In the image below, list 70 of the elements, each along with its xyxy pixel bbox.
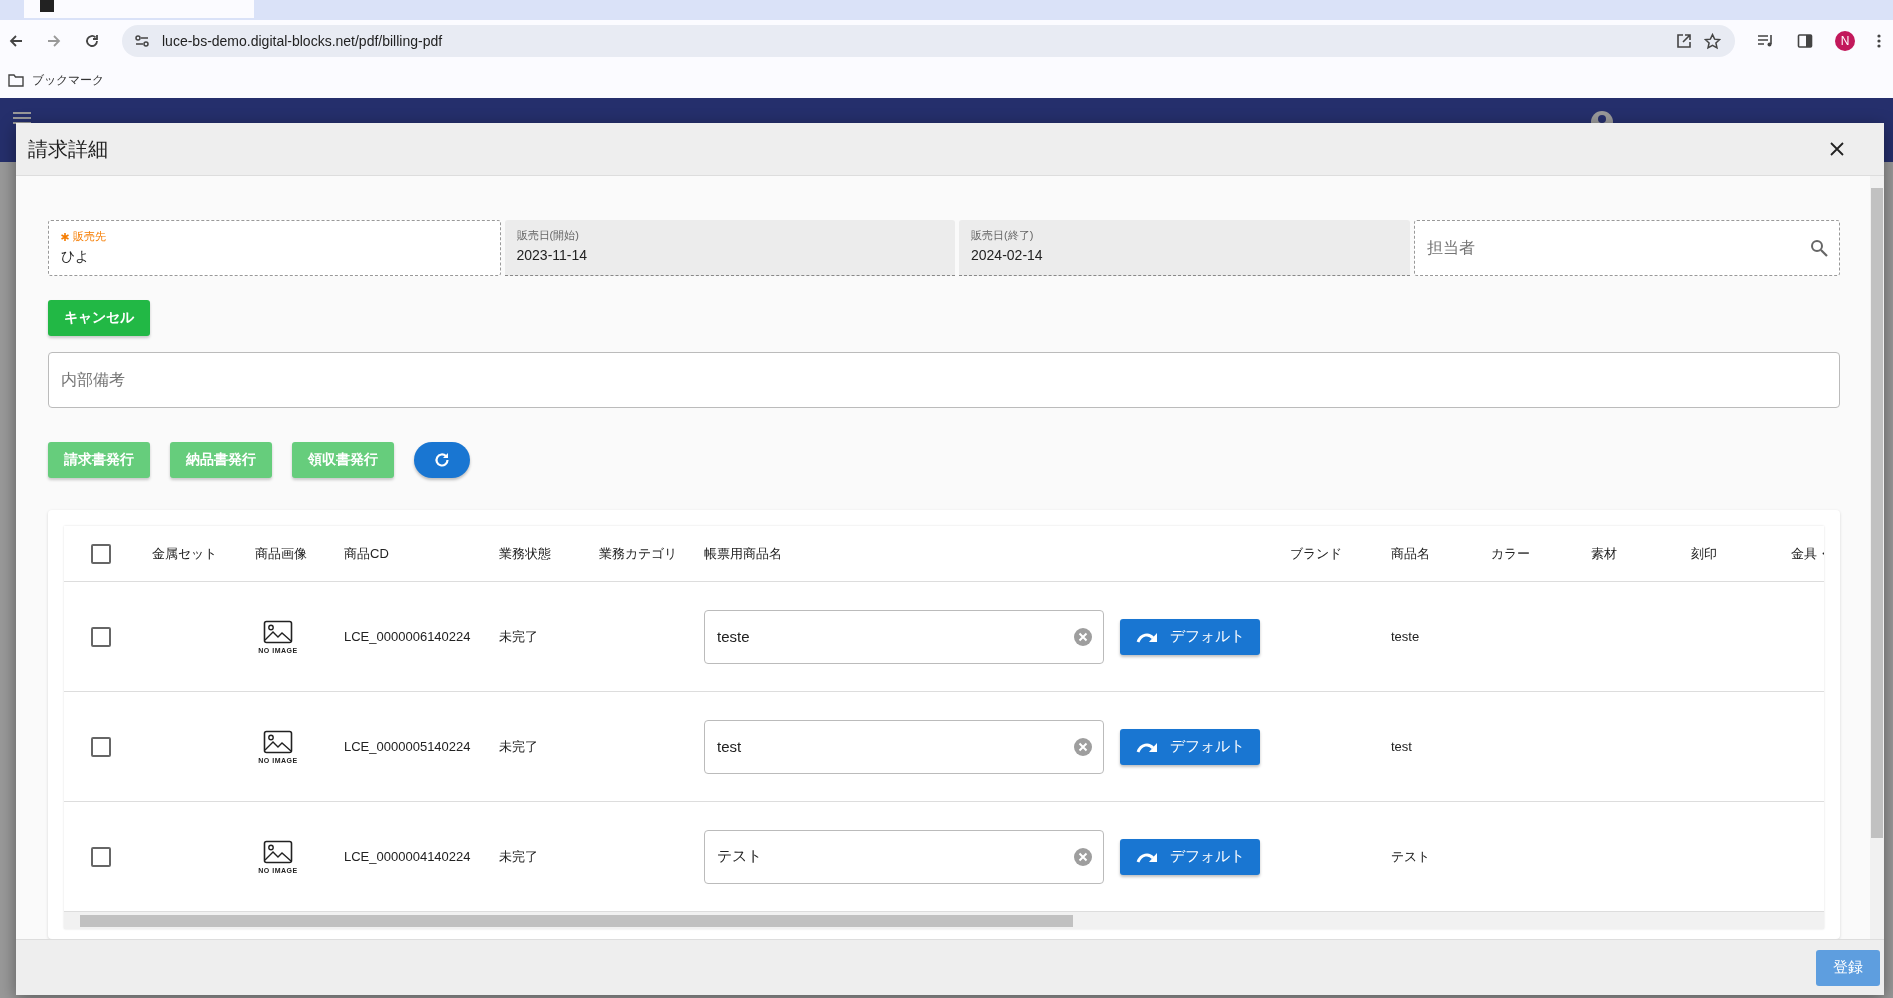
horizontal-scrollbar[interactable]	[64, 912, 1824, 929]
date-field[interactable]: 販売日(終了) 2024-02-14	[959, 220, 1410, 276]
table-cell: 未完了	[499, 627, 538, 646]
table-cell: 未完了	[499, 847, 538, 866]
default-button[interactable]: デフォルト	[1120, 728, 1260, 765]
column-header: 商品画像	[255, 544, 307, 563]
default-button[interactable]: デフォルト	[1120, 618, 1260, 655]
profile-avatar[interactable]: N	[1835, 31, 1855, 51]
column-header: 刻印	[1691, 544, 1717, 563]
date-field[interactable]: 販売日(開始) 2023-11-14	[504, 220, 955, 276]
share-icon[interactable]	[1676, 33, 1692, 49]
column-header: 帳票用商品名	[704, 544, 782, 563]
row-checkbox[interactable]	[91, 626, 111, 647]
column-header: ブランド	[1290, 544, 1342, 563]
column-header: 商品名	[1391, 544, 1430, 563]
bookmarks-link[interactable]: ブックマーク	[32, 71, 104, 89]
column-header: 業務カテゴリ	[599, 544, 677, 563]
column-header: 商品CD	[344, 544, 389, 563]
field-label: 販売日(終了)	[971, 228, 1034, 243]
row-checkbox[interactable]	[91, 846, 111, 867]
column-header: カラー	[1491, 544, 1530, 563]
favicon-icon	[40, 0, 54, 12]
field-label: 販売先	[73, 229, 106, 244]
clear-icon[interactable]	[1074, 737, 1092, 756]
dialog-title: 請求詳細	[28, 136, 108, 162]
print-name-field[interactable]: teste	[704, 609, 1104, 664]
table-cell: test	[1391, 739, 1412, 754]
folder-icon	[8, 73, 24, 87]
redo-icon	[1135, 740, 1158, 753]
vertical-scrollbar[interactable]	[1870, 176, 1884, 939]
media-icon[interactable]	[1757, 33, 1775, 49]
close-icon[interactable]	[1830, 142, 1844, 156]
search-field[interactable]: 担当者	[1413, 220, 1840, 276]
table-cell: LCE_0000006140224	[344, 629, 471, 644]
image-icon	[263, 839, 293, 864]
clear-icon[interactable]	[1074, 847, 1092, 866]
print-name-field[interactable]: test	[704, 719, 1104, 774]
select-all-checkbox[interactable]	[91, 543, 111, 564]
image-icon	[263, 619, 293, 644]
table-cell: teste	[1391, 629, 1420, 644]
redo-icon	[1135, 630, 1158, 643]
row-checkbox[interactable]	[91, 736, 111, 757]
table-cell: LCE_0000004140224	[344, 849, 471, 864]
reload-icon[interactable]	[84, 33, 100, 49]
refresh-button[interactable]	[414, 442, 470, 478]
table-cell: テスト	[1391, 847, 1430, 866]
column-header: 金具・	[1791, 544, 1824, 563]
table-cell: LCE_0000005140224	[344, 739, 471, 754]
search-icon[interactable]	[1810, 239, 1828, 257]
refresh-icon	[433, 451, 451, 469]
clear-icon[interactable]	[1074, 627, 1092, 646]
redo-icon	[1135, 850, 1158, 863]
column-header: 業務状態	[499, 544, 551, 563]
print-name-field[interactable]: テスト	[704, 829, 1104, 884]
forward-icon[interactable]	[46, 33, 62, 49]
memo-field[interactable]: 内部備考	[48, 352, 1840, 408]
column-header: 金属セット	[152, 544, 217, 563]
default-button[interactable]: デフォルト	[1120, 838, 1260, 875]
menu-icon[interactable]	[1877, 33, 1881, 49]
side-panel-icon[interactable]	[1797, 33, 1813, 49]
column-header: 素材	[1591, 544, 1617, 563]
menu-icon[interactable]	[12, 110, 32, 126]
star-icon[interactable]	[1704, 32, 1721, 50]
customer-field[interactable]: 販売先 ひよ	[48, 220, 501, 276]
back-icon[interactable]	[8, 33, 24, 49]
field-label: 販売日(開始)	[516, 228, 579, 243]
image-icon	[263, 729, 293, 754]
address-bar[interactable]: luce-bs-demo.digital-blocks.net/pdf/billing-pdf	[122, 25, 1735, 57]
table-cell: 未完了	[499, 737, 538, 756]
site-settings-icon[interactable]	[134, 33, 150, 49]
